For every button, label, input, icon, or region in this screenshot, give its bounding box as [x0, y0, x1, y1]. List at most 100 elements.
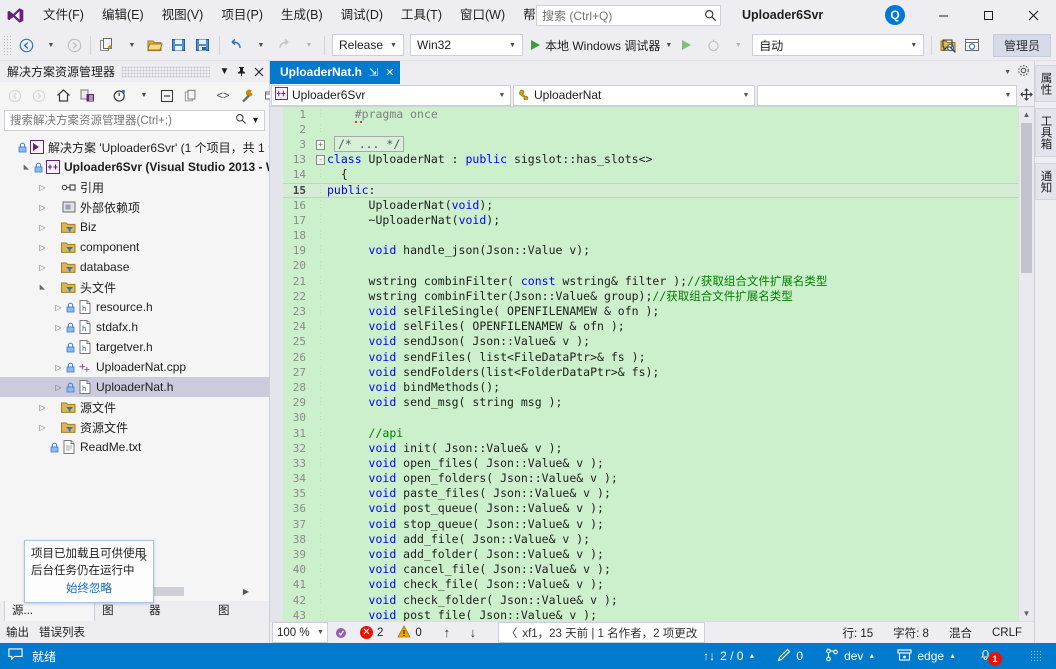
code-line[interactable]: 1⋮ #pragma once: [270, 107, 1018, 122]
se-sync-with-active-document-button[interactable]: [75, 85, 99, 107]
save-button[interactable]: [167, 33, 191, 57]
menu-debug[interactable]: 调试(D): [332, 3, 392, 27]
code-line[interactable]: 26⋮ void sendFiles( list<FileDataPtr>& f…: [270, 350, 1018, 365]
se-forward-button[interactable]: [27, 85, 51, 107]
code-line[interactable]: 32⋮ void init( Json::Value& v );: [270, 441, 1018, 456]
fold-expand-icon[interactable]: +: [314, 140, 327, 150]
se-code-view-button[interactable]: <>: [211, 85, 235, 107]
panel-menu-icon[interactable]: ▼: [216, 63, 233, 81]
menu-project[interactable]: 项目(P): [212, 3, 272, 27]
attach-to-process-button[interactable]: [701, 33, 725, 57]
git-annotation-info[interactable]: 〈 xf1，23 天前 | 1 名作者，2 项更改: [498, 622, 705, 643]
menu-window[interactable]: 窗口(W): [451, 3, 514, 27]
close-button[interactable]: [1011, 0, 1056, 30]
scroll-down-icon[interactable]: ▼: [1019, 605, 1034, 621]
previous-issue-button[interactable]: ↑: [434, 625, 460, 640]
next-issue-button[interactable]: ↓: [460, 625, 486, 640]
minimize-button[interactable]: [921, 0, 966, 30]
tab-error-list[interactable]: 错误列表: [39, 624, 85, 640]
resize-grip[interactable]: [1030, 650, 1042, 662]
code-line[interactable]: 39⋮ void add_folder( Json::Value& v );: [270, 547, 1018, 562]
progress-expand-icon[interactable]: ▶: [243, 587, 259, 596]
expander-collapsed-icon[interactable]: ▷: [36, 183, 49, 192]
tree-item[interactable]: 解决方案 'Uploader6Svr' (1 个项目，共 1 个): [0, 137, 269, 157]
pending-changes-indicator[interactable]: 0: [777, 648, 803, 665]
notification-always-ignore-link[interactable]: 始终忽略: [31, 580, 147, 596]
account-avatar[interactable]: Q: [885, 5, 905, 25]
code-line[interactable]: 31⋮ //api: [270, 426, 1018, 441]
code-line[interactable]: 41⋮ void check_file( Json::Value& v );: [270, 577, 1018, 592]
tree-item[interactable]: ▷引用: [0, 177, 269, 197]
code-line[interactable]: 35⋮ void paste_files( Json::Value& v );: [270, 486, 1018, 501]
close-icon[interactable]: ✕: [139, 552, 148, 565]
tree-item[interactable]: ReadMe.txt: [0, 437, 269, 457]
undo-button[interactable]: [224, 33, 248, 57]
nav-type-combo[interactable]: UploaderNat ▼: [513, 85, 755, 106]
attach-dropdown[interactable]: ▼: [725, 33, 749, 57]
code-line[interactable]: 14⋮ {: [270, 167, 1018, 182]
scrollbar-thumb[interactable]: [1021, 123, 1032, 273]
code-line[interactable]: 19⋮ void handle_json(Json::Value v);: [270, 243, 1018, 258]
code-line[interactable]: 34⋮ void open_folders( Json::Value& v );: [270, 471, 1018, 486]
expander-expanded-icon[interactable]: ◢: [23, 161, 31, 174]
code-line[interactable]: 20⋮: [270, 258, 1018, 273]
pin-icon[interactable]: [233, 63, 250, 81]
nav-member-combo[interactable]: ▼: [757, 85, 1017, 106]
code-line[interactable]: 16⋮ UploaderNat(void);: [270, 198, 1018, 213]
expander-collapsed-icon[interactable]: ▷: [52, 323, 65, 332]
navigate-forward-button[interactable]: [62, 33, 86, 57]
code-line[interactable]: 29⋮ void send_msg( string msg );: [270, 395, 1018, 410]
tree-item[interactable]: ▷源文件: [0, 397, 269, 417]
code-text[interactable]: 1⋮ #pragma once2⋮3+ /* ... */13-class Up…: [270, 107, 1018, 621]
expander-collapsed-icon[interactable]: ▷: [36, 403, 49, 412]
menu-tools[interactable]: 工具(T): [392, 3, 451, 27]
undo-dropdown[interactable]: ▼: [248, 33, 272, 57]
git-branch-indicator[interactable]: dev ▲: [825, 648, 875, 665]
menu-edit[interactable]: 编辑(E): [93, 3, 153, 27]
send-feedback-button[interactable]: [937, 34, 961, 57]
code-line[interactable]: 38⋮ void add_file( Json::Value& v );: [270, 532, 1018, 547]
code-line[interactable]: 17⋮ ~UploaderNat(void);: [270, 213, 1018, 228]
expander-collapsed-icon[interactable]: ▷: [36, 203, 49, 212]
close-icon[interactable]: [250, 63, 267, 81]
scroll-up-icon[interactable]: ▲: [1019, 107, 1034, 123]
se-show-all-files-toggle[interactable]: [179, 85, 203, 107]
code-line[interactable]: 30⋮: [270, 410, 1018, 425]
start-debugging-button[interactable]: 本地 Windows 调试器 ▼: [526, 33, 677, 57]
split-view-icon[interactable]: [1018, 84, 1034, 106]
quick-launch-input[interactable]: [537, 9, 701, 23]
se-home-button[interactable]: [51, 85, 75, 107]
warning-count-indicator[interactable]: 0: [397, 625, 421, 641]
gear-icon[interactable]: [1017, 64, 1030, 80]
error-count-indicator[interactable]: ✕ 2: [360, 626, 383, 639]
code-line[interactable]: 23⋮ void selFileSingle( OPENFILENAMEW & …: [270, 304, 1018, 319]
solution-tree[interactable]: 解决方案 'Uploader6Svr' (1 个项目，共 1 个)◢Upload…: [0, 134, 269, 601]
se-collapse-all-button[interactable]: [155, 85, 179, 107]
code-line[interactable]: 42⋮ void check_folder( Json::Value& v );: [270, 593, 1018, 608]
menu-build[interactable]: 生成(B): [272, 3, 332, 27]
code-line[interactable]: 25⋮ void sendJson( Json::Value& v );: [270, 334, 1018, 349]
code-line[interactable]: 22⋮ wstring combinFilter(Json::Value& gr…: [270, 289, 1018, 304]
expander-collapsed-icon[interactable]: ▷: [52, 383, 65, 392]
menu-view[interactable]: 视图(V): [153, 3, 213, 27]
tab-output[interactable]: 输出: [6, 624, 29, 640]
tree-item[interactable]: ◢头文件: [0, 277, 269, 297]
code-line[interactable]: 21⋮ wstring combinFilter( const wstring&…: [270, 274, 1018, 289]
expander-collapsed-icon[interactable]: ▷: [36, 263, 49, 272]
quick-launch-search[interactable]: [536, 5, 721, 26]
solution-configuration-combo[interactable]: Release ▼: [332, 34, 404, 56]
notifications-indicator[interactable]: 1: [978, 646, 1002, 666]
code-line[interactable]: 28⋮ void bindMethods();: [270, 380, 1018, 395]
maximize-button[interactable]: [966, 0, 1011, 30]
fold-collapse-icon[interactable]: -: [314, 155, 327, 165]
editor-vertical-scrollbar[interactable]: ▲ ▼: [1018, 107, 1034, 621]
new-project-button[interactable]: [95, 33, 119, 57]
tree-item[interactable]: ▷++UploaderNat.cpp: [0, 357, 269, 377]
solution-platform-combo[interactable]: Win32 ▼: [410, 34, 523, 56]
se-back-button[interactable]: [3, 85, 27, 107]
navigate-back-button[interactable]: [14, 33, 38, 57]
code-line[interactable]: 24⋮ void selFiles( OPENFILENAMEW & ofn )…: [270, 319, 1018, 334]
tree-item[interactable]: ▷component: [0, 237, 269, 257]
redo-dropdown[interactable]: ▼: [296, 33, 320, 57]
tab-notifications[interactable]: 通知: [1035, 163, 1056, 200]
